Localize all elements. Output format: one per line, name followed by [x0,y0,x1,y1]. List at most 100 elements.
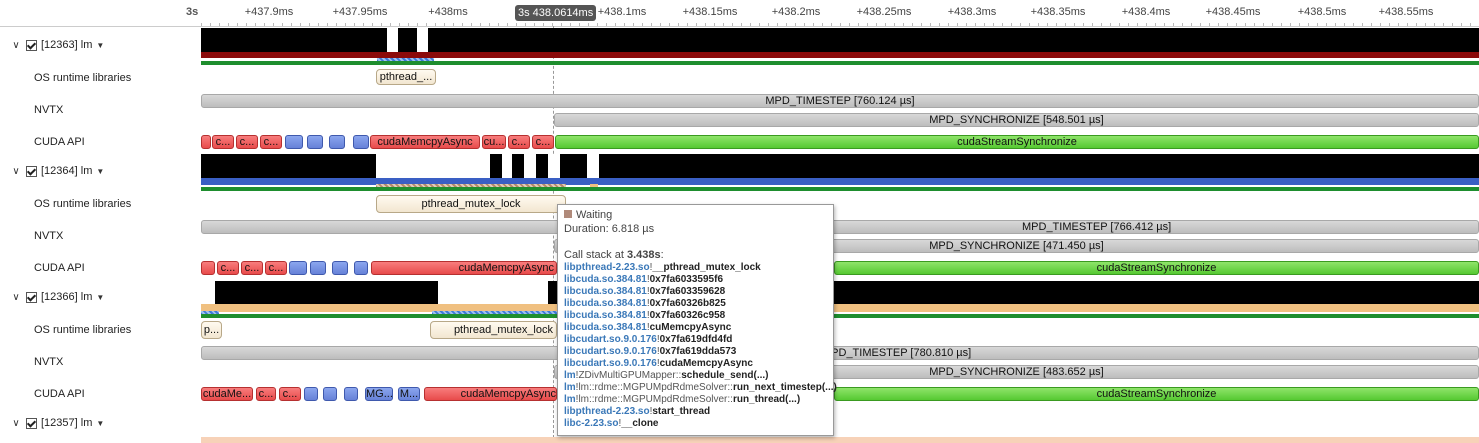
os-call-bar[interactable]: pthread_... [376,69,436,85]
state-color-swatch [564,210,572,218]
cuda-call-bar[interactable]: c... [279,387,301,401]
os-call-bar[interactable]: p... [201,321,222,339]
ruler-minor-tick [507,23,508,26]
cuda-call-bar[interactable]: cudaMe... [201,387,253,401]
cuda-memcpy-bar[interactable]: cudaMemcpyAsync [371,261,557,275]
ruler-minor-tick [525,23,526,26]
cuda-call-bar[interactable] [354,261,368,275]
cuda-call-bar[interactable]: c... [236,135,258,149]
ruler-minor-tick [417,23,418,26]
nvtx-range-bar[interactable]: MPD_SYNCHRONIZE [548.501 µs] [554,113,1479,127]
frame-library: libc-2.23.so [564,418,619,429]
thread-row-12363[interactable]: ∨ [12363] lm ▼ [10,39,104,51]
ruler-minor-tick [1353,23,1354,26]
ruler-minor-tick [1191,23,1192,26]
ruler-origin-label: 3s [186,6,199,18]
ruler-minor-tick [381,23,382,26]
cuda-sync-bar[interactable]: cudaStreamSynchronize [555,135,1479,149]
nvtx-range-bar[interactable]: MPD_TIMESTEP [780.810 µs] [201,346,1479,360]
chevron-down-icon[interactable]: ∨ [10,166,22,177]
ruler-minor-tick [1407,23,1408,26]
ruler-tick-label: +438.2ms [771,6,821,18]
thread-row-12357[interactable]: ∨ [12357] lm ▼ [10,417,104,429]
thread-activity-band[interactable] [215,281,438,305]
ruler-minor-tick [1416,23,1417,26]
cuda-sync-bar[interactable]: cudaStreamSynchronize [834,387,1479,401]
ruler-minor-tick [561,23,562,26]
cuda-call-bar[interactable] [307,135,323,149]
cuda-call-bar[interactable] [289,261,307,275]
ruler-minor-tick [1119,23,1120,26]
frame-library: libcuda.so.384.81 [564,322,647,333]
cuda-call-bar[interactable]: c... [532,135,554,149]
cuda-memcpy-bar[interactable]: cudaMemcpyAsync [370,135,480,149]
cuda-call-bar[interactable]: c... [256,387,276,401]
cuda-sync-bar[interactable]: cudaStreamSynchronize [834,261,1479,275]
nvtx-range-bar[interactable]: MPD_TIMESTEP [760.124 µs] [201,94,1479,108]
cuda-call-bar[interactable] [329,135,345,149]
ruler-minor-tick [1425,23,1426,26]
thread-checkbox[interactable] [26,165,37,177]
cuda-call-bar[interactable]: M... [398,387,420,401]
chevron-down-icon[interactable]: ∨ [10,292,22,303]
cuda-call-bar[interactable]: c... [508,135,530,149]
ruler-minor-tick [1281,23,1282,26]
cuda-call-bar[interactable] [304,387,318,401]
thread-4-state-band [201,437,1479,443]
dropdown-caret-icon[interactable]: ▼ [96,293,104,302]
cuda-call-bar[interactable]: c... [217,261,239,275]
ruler-minor-tick [1443,23,1444,26]
ruler-minor-tick [1011,23,1012,26]
ruler-minor-tick [264,23,265,26]
thread-checkbox[interactable] [26,417,37,429]
cuda-call-bar[interactable] [201,135,211,149]
cuda-call-bar[interactable]: c... [241,261,263,275]
ruler-minor-tick [1227,23,1228,26]
cuda-call-bar[interactable]: c... [212,135,234,149]
dropdown-caret-icon[interactable]: ▼ [96,41,104,50]
thread-row-12364[interactable]: ∨ [12364] lm ▼ [10,165,104,177]
ruler-minor-tick [237,23,238,26]
cuda-call-bar[interactable]: cu... [482,135,506,149]
ruler-tick-label: +438.45ms [1205,6,1261,18]
os-call-bar[interactable]: pthread_mutex_lock [376,195,566,213]
ruler-minor-tick [1173,23,1174,26]
cuda-call-bar[interactable]: c... [260,135,282,149]
cuda-call-bar[interactable] [201,261,215,275]
ruler-tick-label: +438.25ms [856,6,912,18]
nvtx-range-bar[interactable]: MPD_TIMESTEP [766.412 µs] [201,220,1479,234]
ruler-minor-tick [399,23,400,26]
ruler-minor-tick [732,23,733,26]
cuda-call-bar[interactable] [344,387,358,401]
chevron-down-icon[interactable]: ∨ [10,40,22,51]
thread-checkbox[interactable] [26,291,37,303]
cuda-call-bar[interactable]: c... [265,261,287,275]
callstack-frame: lm!lm::rdme::MGPUMpdRdmeSolver::run_next… [564,382,837,394]
chevron-down-icon[interactable]: ∨ [10,418,22,429]
frame-library: libcuda.so.384.81 [564,286,647,297]
dropdown-caret-icon[interactable]: ▼ [96,167,104,176]
dropdown-caret-icon[interactable]: ▼ [96,419,104,428]
ruler-tick-label: +438ms [428,6,468,18]
os-call-bar[interactable]: pthread_mutex_lock [430,321,557,339]
cuda-call-bar[interactable] [310,261,326,275]
cuda-call-bar[interactable] [353,135,369,149]
thread-row-12366[interactable]: ∨ [12366] lm ▼ [10,291,104,303]
cuda-call-bar[interactable] [285,135,303,149]
ruler-minor-tick [714,23,715,26]
ruler-minor-tick [903,23,904,26]
cuda-call-bar[interactable]: MG... [365,387,393,401]
ruler-minor-tick [822,23,823,26]
timeline-ruler[interactable]: 3s +437.9ms +437.95ms +438ms +438.1ms +438.1… [0,0,1479,27]
frame-function: 0x7fa60326b825 [649,298,726,309]
ruler-minor-tick [1083,23,1084,26]
cuda-call-bar[interactable] [332,261,348,275]
cuda-call-bar[interactable] [323,387,337,401]
ruler-minor-tick [858,23,859,26]
callstack-frame: libcuda.so.384.81!0x7fa603359628 [564,286,827,298]
cuda-memcpy-bar[interactable]: cudaMemcpyAsync [424,387,557,401]
row-label-os-runtime: OS runtime libraries [34,72,132,84]
thread-checkbox[interactable] [26,39,37,51]
ruler-minor-tick [984,23,985,26]
ruler-minor-tick [1263,23,1264,26]
